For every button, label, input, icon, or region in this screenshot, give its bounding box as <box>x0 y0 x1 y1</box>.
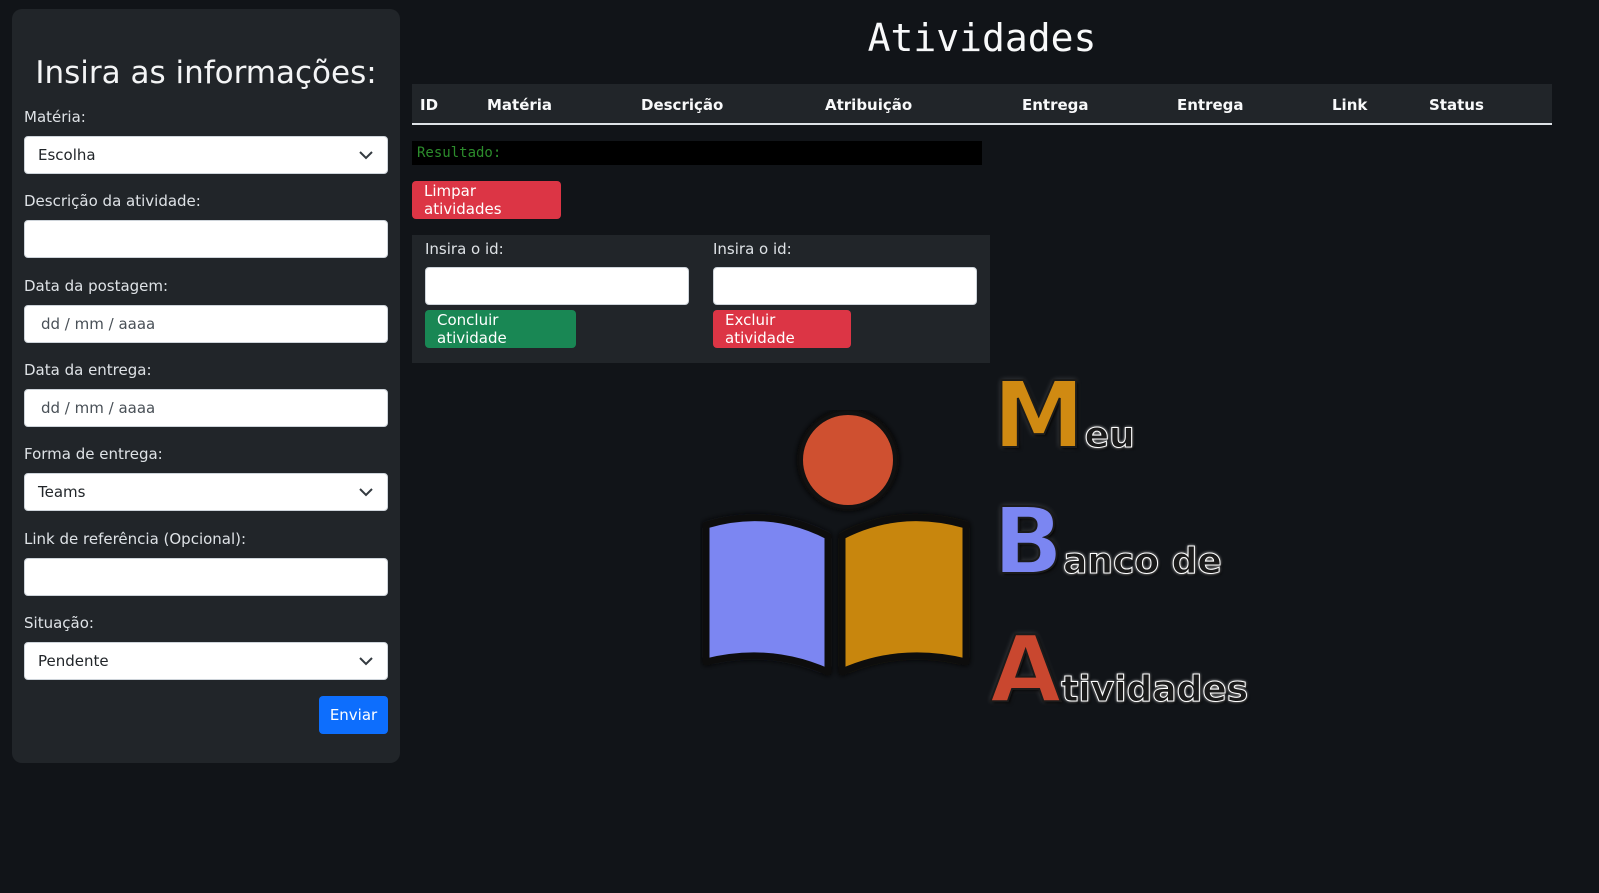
column-header-id: ID <box>420 96 439 114</box>
enviar-button[interactable]: Enviar <box>319 696 388 734</box>
logo-letter-b: B <box>992 488 1064 595</box>
chevron-down-icon <box>358 484 374 500</box>
activity-form-panel: Insira as informações: Matéria: Escolha … <box>12 9 400 763</box>
entrega-label: Data da entrega: <box>24 361 152 379</box>
meu-banco-de-atividades-logo: Meu Banco de Atividades <box>700 369 1270 730</box>
chevron-down-icon <box>358 653 374 669</box>
logo-line-atividades: Atividades <box>989 623 1249 717</box>
entrega-date-input[interactable]: dd / mm / aaaa <box>24 389 388 427</box>
reader-book-icon <box>702 410 970 676</box>
excluir-id-input[interactable] <box>713 267 977 305</box>
column-header-status: Status <box>1429 96 1484 114</box>
activities-table-header: ID Matéria Descrição Atribuição Entrega … <box>412 84 1552 125</box>
logo-letter-m: M <box>992 362 1086 469</box>
postagem-label: Data da postagem: <box>24 277 169 295</box>
form-title: Insira as informações: <box>35 55 377 91</box>
link-input[interactable] <box>24 558 388 596</box>
materia-select-value: Escolha <box>38 146 96 164</box>
column-header-atribuicao: Atribuição <box>825 96 913 114</box>
id-actions-panel: Insira o id: Concluir atividade Insira o… <box>412 235 990 363</box>
logo-line-banco: Banco de <box>992 495 1223 589</box>
concluir-id-input[interactable] <box>425 267 689 305</box>
situacao-label: Situação: <box>24 614 94 632</box>
limpar-atividades-button[interactable]: Limpar atividades <box>412 181 561 219</box>
excluir-id-label: Insira o id: <box>713 240 792 258</box>
column-header-link: Link <box>1332 96 1368 114</box>
chevron-down-icon <box>358 147 374 163</box>
column-header-descricao: Descrição <box>641 96 724 114</box>
page-title: Atividades <box>867 16 1097 60</box>
forma-entrega-value: Teams <box>38 483 86 501</box>
concluir-id-label: Insira o id: <box>425 240 504 258</box>
materia-select[interactable]: Escolha <box>24 136 388 174</box>
descricao-input[interactable] <box>24 220 388 258</box>
result-output: Resultado: <box>412 141 982 165</box>
logo-word-anco-de: anco de <box>1063 541 1223 583</box>
situacao-value: Pendente <box>38 652 109 670</box>
link-label: Link de referência (Opcional): <box>24 530 247 548</box>
descricao-label: Descrição da atividade: <box>24 192 201 210</box>
forma-entrega-select[interactable]: Teams <box>24 473 388 511</box>
column-header-entrega: Entrega <box>1022 96 1089 114</box>
materia-label: Matéria: <box>24 108 86 126</box>
forma-entrega-label: Forma de entrega: <box>24 445 163 463</box>
situacao-select[interactable]: Pendente <box>24 642 388 680</box>
logo-word-tividades: tividades <box>1061 669 1249 711</box>
concluir-atividade-button[interactable]: Concluir atividade <box>425 310 576 348</box>
logo-line-meu: Meu <box>992 369 1135 463</box>
entrega-date-placeholder: dd / mm / aaaa <box>41 399 156 417</box>
column-header-materia: Matéria <box>487 96 553 114</box>
postagem-date-input[interactable]: dd / mm / aaaa <box>24 305 388 343</box>
postagem-date-placeholder: dd / mm / aaaa <box>41 315 156 333</box>
logo-letter-a: A <box>989 616 1062 723</box>
excluir-atividade-button[interactable]: Excluir atividade <box>713 310 851 348</box>
column-header-entrega-2: Entrega <box>1177 96 1244 114</box>
logo-word-eu: eu <box>1084 415 1135 457</box>
